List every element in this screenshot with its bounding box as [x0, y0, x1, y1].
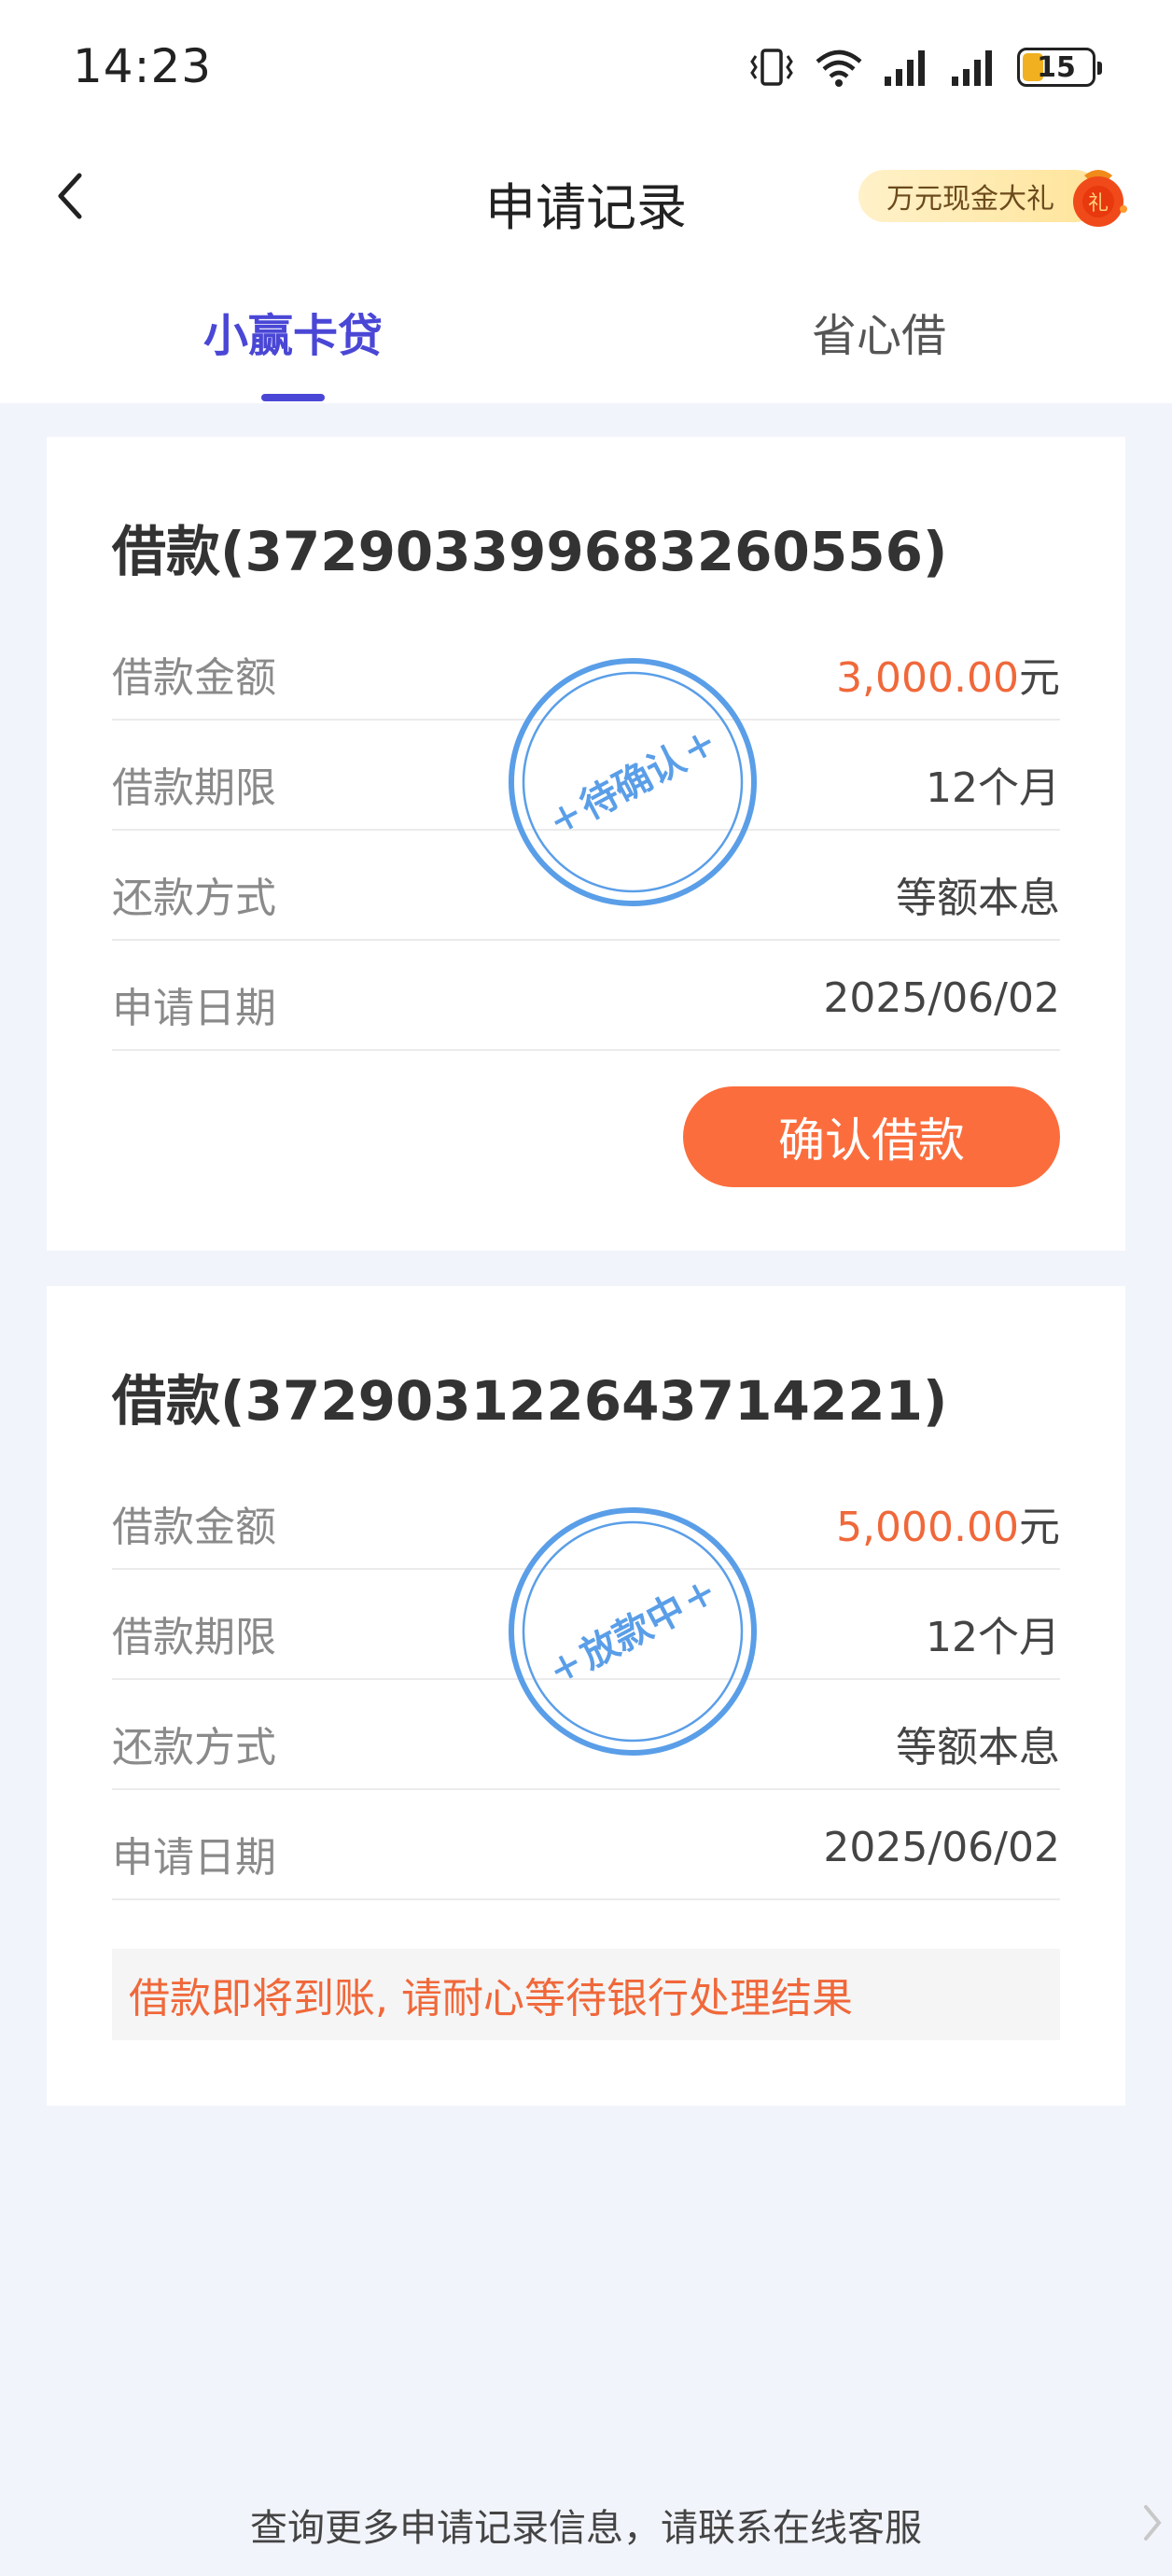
battery-indicator: 15 [1017, 48, 1102, 87]
row-value: 等额本息 [896, 875, 1060, 922]
tab-xiaoying[interactable]: 小赢卡贷 [153, 299, 433, 364]
status-stamp: 放款中 [509, 1507, 757, 1756]
chevron-right-icon [1144, 2505, 1162, 2541]
confirm-loan-button[interactable]: 确认借款 [683, 1086, 1060, 1187]
row-label: 借款金额 [112, 654, 276, 702]
loan-card: 借款(372903399683260556) 借款金额 3,000.00元 借款… [47, 437, 1125, 1251]
amount-unit: 元 [1019, 1504, 1060, 1551]
row-value: 12个月 [926, 764, 1060, 812]
amount-unit: 元 [1019, 654, 1060, 702]
loan-amount: 5,000.00 [836, 1504, 1019, 1551]
row-label: 借款期限 [112, 764, 276, 812]
signal-icon-2 [952, 50, 992, 86]
row-value: 3,000.00元 [836, 644, 1060, 704]
row-label: 借款期限 [112, 1614, 276, 1661]
tab-shengxin[interactable]: 省心借 [739, 299, 1019, 364]
row-value: 2025/06/02 [823, 1824, 1060, 1871]
nav-bar: 申请记录 万元现金大礼 礼 [0, 140, 1172, 252]
battery-level: 15 [1037, 50, 1076, 84]
promo-badge-text: 礼 [1088, 192, 1109, 216]
row-value: 5,000.00元 [836, 1493, 1060, 1553]
row-value: 等额本息 [896, 1724, 1060, 1771]
status-stamp: 待确认 [509, 658, 757, 906]
loan-title: 借款(372903122643714221) [112, 1369, 948, 1433]
vibrate-icon [750, 49, 793, 86]
tab-bar: 小赢卡贷 省心借 [0, 280, 1172, 403]
status-time: 14:23 [73, 39, 213, 93]
wifi-icon [816, 49, 862, 87]
promo-banner[interactable]: 万元现金大礼 礼 [858, 159, 1144, 233]
row-value: 12个月 [926, 1614, 1060, 1661]
gift-bag-icon: 礼 [1073, 170, 1127, 227]
row-date: 申请日期 2025/06/02 [112, 941, 1060, 1051]
loan-card: 借款(372903122643714221) 借款金额 5,000.00元 借款… [47, 1286, 1125, 2106]
tab-indicator [261, 394, 325, 401]
loan-notice: 借款即将到账, 请耐心等待银行处理结果 [112, 1949, 1060, 2040]
loan-title: 借款(372903399683260556) [112, 520, 948, 583]
stamp-text: 放款中 [574, 1587, 693, 1677]
signal-icon [885, 50, 925, 86]
row-label: 还款方式 [112, 1724, 276, 1771]
row-label: 申请日期 [112, 1834, 276, 1882]
status-icons: 15 [748, 41, 1102, 93]
row-label: 申请日期 [112, 985, 276, 1032]
row-value: 2025/06/02 [823, 974, 1060, 1022]
loan-amount: 3,000.00 [836, 654, 1019, 702]
status-bar: 14:23 15 [0, 0, 1172, 131]
stamp-text: 待确认 [574, 737, 693, 828]
row-date: 申请日期 2025/06/02 [112, 1790, 1060, 1900]
row-label: 还款方式 [112, 875, 276, 922]
top-header-area: 14:23 15 申请记录 万元现金大礼 礼 小赢卡贷 省心借 [0, 0, 1172, 403]
row-label: 借款金额 [112, 1504, 276, 1551]
customer-service-link[interactable]: 查询更多申请记录信息，请联系在线客服 [0, 2498, 1172, 2552]
